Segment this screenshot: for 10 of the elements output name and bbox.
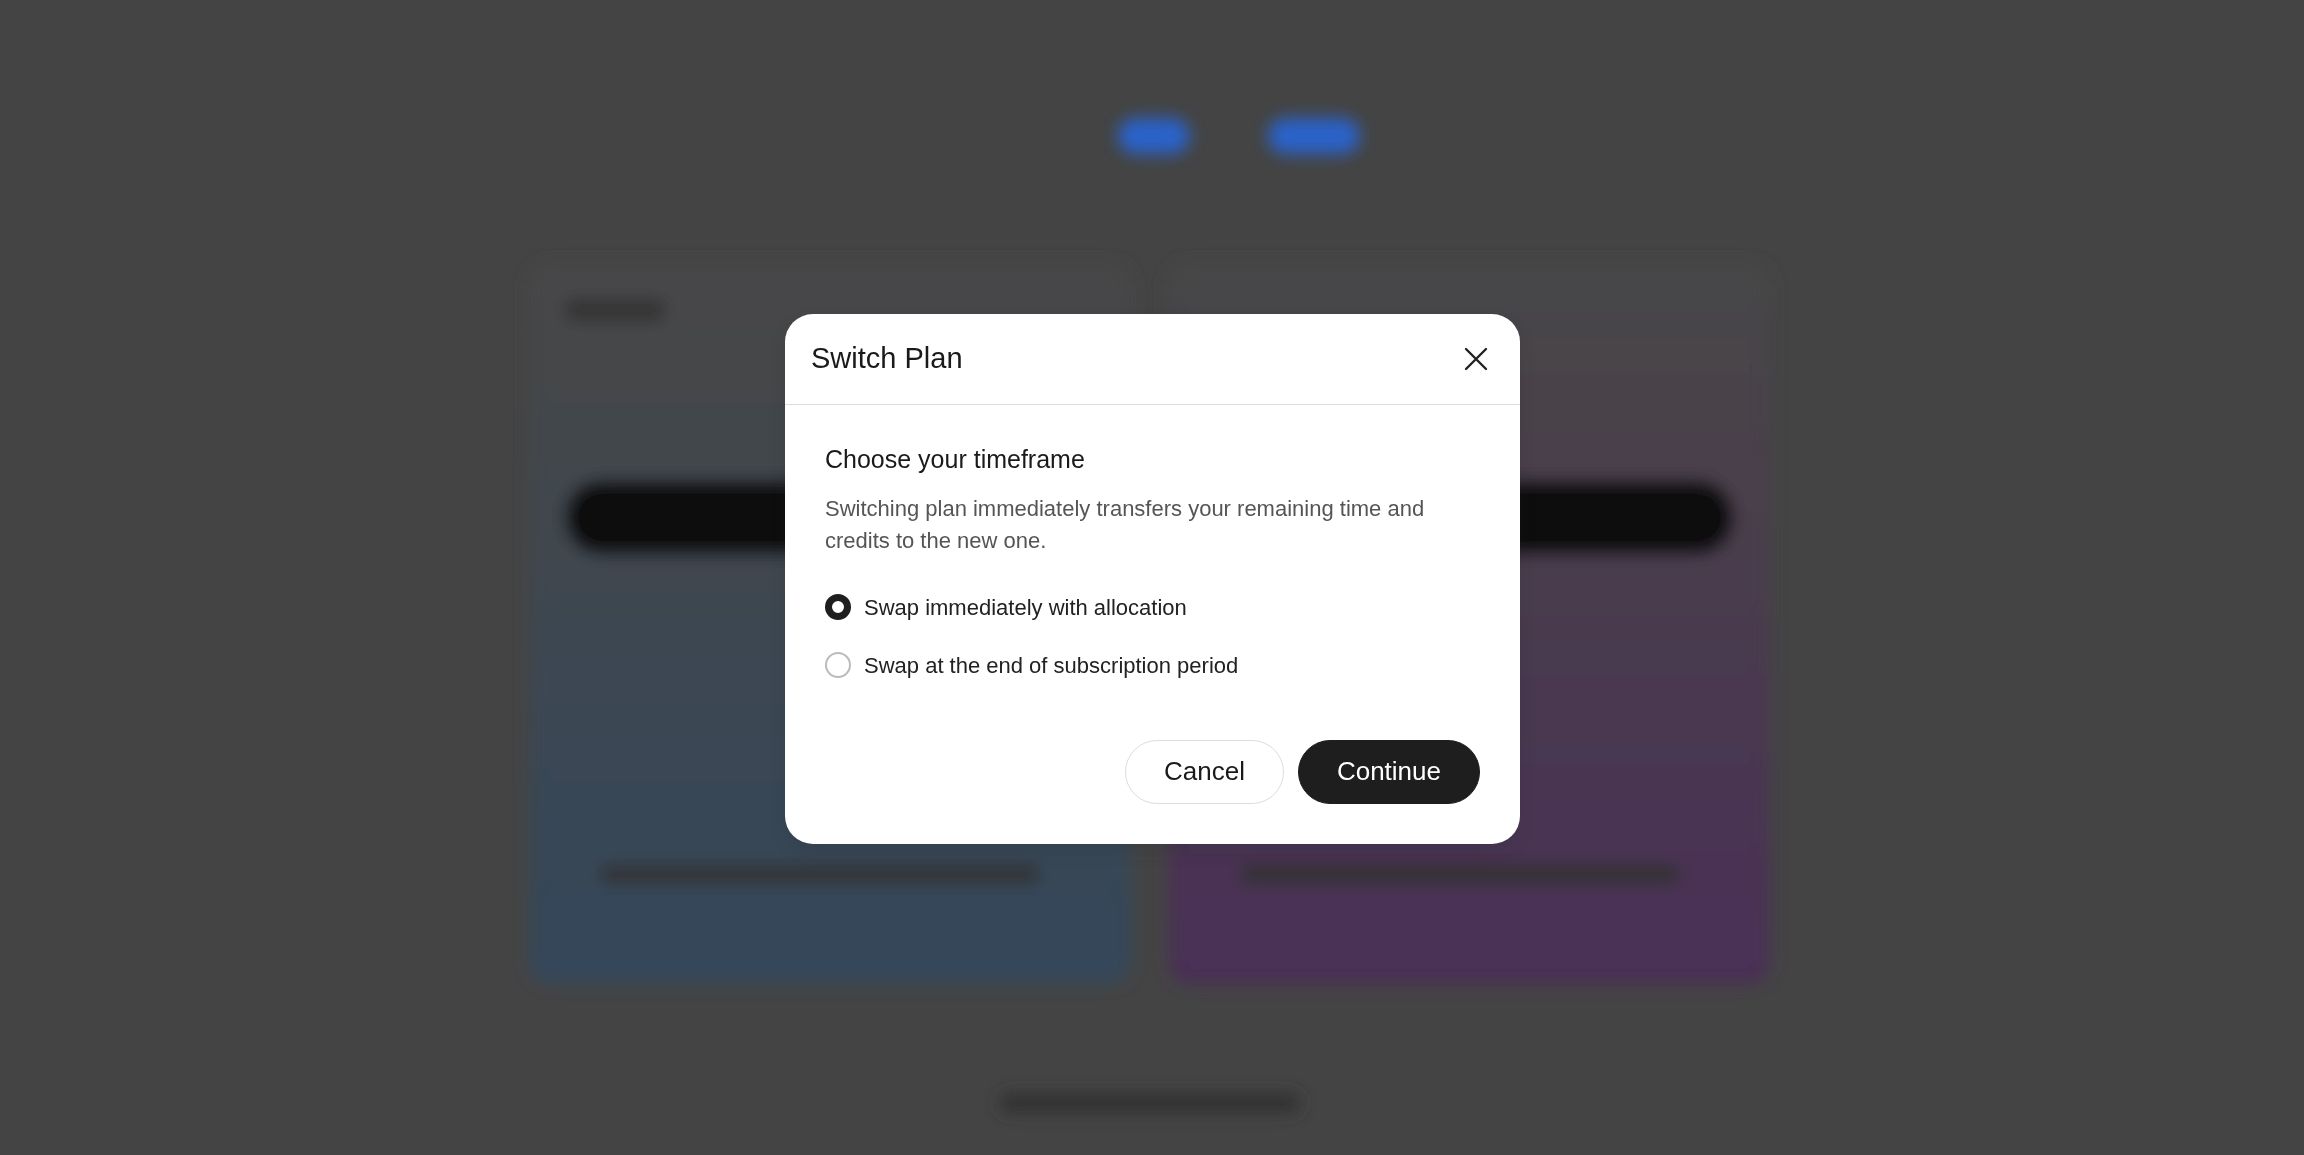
option-label[interactable]: Swap at the end of subscription period	[864, 648, 1239, 682]
close-icon	[1464, 347, 1488, 371]
option-label[interactable]: Swap immediately with allocation	[864, 590, 1187, 624]
cancel-button[interactable]: Cancel	[1125, 739, 1284, 804]
radio-button[interactable]	[825, 652, 851, 678]
dialog-title: Switch Plan	[811, 341, 963, 377]
description-text: Switching plan immediately transfers your remaining time and credits to the new one.	[825, 494, 1426, 555]
continue-button[interactable]: Continue	[1297, 739, 1480, 804]
radio-button[interactable]	[825, 594, 851, 620]
section-heading: Choose your timeframe	[825, 444, 1086, 475]
